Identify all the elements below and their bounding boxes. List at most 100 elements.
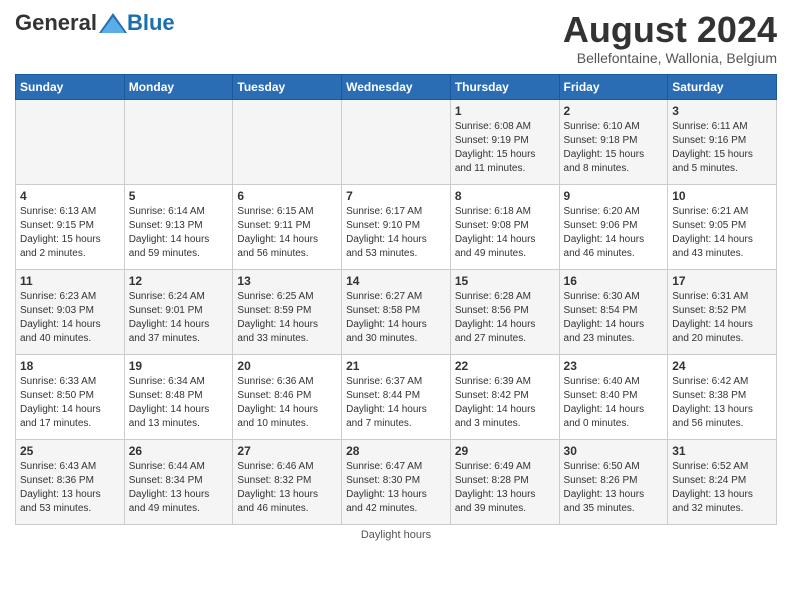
day-info: Sunrise: 6:34 AM Sunset: 8:48 PM Dayligh… [129, 375, 229, 431]
logo-icon [99, 13, 127, 33]
day-info: Sunrise: 6:47 AM Sunset: 8:30 PM Dayligh… [346, 460, 446, 516]
day-number: 28 [346, 444, 446, 458]
day-cell: 18Sunrise: 6:33 AM Sunset: 8:50 PM Dayli… [16, 354, 125, 439]
week-row-3: 11 Sunrise: 6:23 AM Sunset: 9:03 PM Dayli… [16, 269, 777, 354]
day-cell: 29 Sunrise: 6:49 AM Sunset: 8:28 PM Dayli… [450, 439, 559, 524]
day-cell: 9 Sunrise: 6:20 AM Sunset: 9:06 PM Daylig… [559, 184, 668, 269]
day-cell: 24Sunrise: 6:42 AM Sunset: 8:38 PM Dayli… [668, 354, 777, 439]
day-info: Sunrise: 6:46 AM Sunset: 8:32 PM Dayligh… [237, 460, 337, 516]
header-row: SundayMondayTuesdayWednesdayThursdayFrid… [16, 74, 777, 99]
day-number: 11 [20, 274, 120, 288]
day-number: 7 [346, 189, 446, 203]
title-block: August 2024 Bellefontaine, Wallonia, Bel… [563, 10, 777, 66]
footer-note: Daylight hours [15, 529, 777, 541]
day-cell: 4 Sunrise: 6:13 AM Sunset: 9:15 PM Daylig… [16, 184, 125, 269]
month-title: August 2024 [563, 10, 777, 50]
day-info: Sunrise: 6:39 AM Sunset: 8:42 PM Dayligh… [455, 375, 555, 431]
day-number: 9 [564, 189, 664, 203]
day-info: Sunrise: 6:37 AM Sunset: 8:44 PM Dayligh… [346, 375, 446, 431]
day-cell: 16 Sunrise: 6:30 AM Sunset: 8:54 PM Dayli… [559, 269, 668, 354]
day-number: 2 [564, 104, 664, 118]
day-info: Sunrise: 6:52 AM Sunset: 8:24 PM Dayligh… [672, 460, 772, 516]
day-info: Sunrise: 6:24 AM Sunset: 9:01 PM Dayligh… [129, 290, 229, 346]
location: Bellefontaine, Wallonia, Belgium [563, 50, 777, 66]
day-cell [124, 99, 233, 184]
day-cell: 13Sunrise: 6:25 AM Sunset: 8:59 PM Dayli… [233, 269, 342, 354]
day-cell: 19 Sunrise: 6:34 AM Sunset: 8:48 PM Dayli… [124, 354, 233, 439]
day-info: Sunrise: 6:11 AM Sunset: 9:16 PM Dayligh… [672, 120, 772, 176]
day-number: 1 [455, 104, 555, 118]
day-cell: 6 Sunrise: 6:15 AM Sunset: 9:11 PM Daylig… [233, 184, 342, 269]
day-cell: 15Sunrise: 6:28 AM Sunset: 8:56 PM Dayli… [450, 269, 559, 354]
day-header-thursday: Thursday [450, 74, 559, 99]
day-cell [342, 99, 451, 184]
logo-general-text: General [15, 10, 97, 36]
day-number: 3 [672, 104, 772, 118]
day-info: Sunrise: 6:10 AM Sunset: 9:18 PM Dayligh… [564, 120, 664, 176]
logo-blue-text: Blue [127, 10, 175, 36]
day-info: Sunrise: 6:40 AM Sunset: 8:40 PM Dayligh… [564, 375, 664, 431]
day-info: Sunrise: 6:14 AM Sunset: 9:13 PM Dayligh… [129, 205, 229, 261]
day-number: 27 [237, 444, 337, 458]
day-number: 25 [20, 444, 120, 458]
day-number: 14 [346, 274, 446, 288]
day-number: 30 [564, 444, 664, 458]
day-number: 6 [237, 189, 337, 203]
day-number: 23 [564, 359, 664, 373]
day-cell: 20Sunrise: 6:36 AM Sunset: 8:46 PM Dayli… [233, 354, 342, 439]
day-number: 12 [129, 274, 229, 288]
day-header-sunday: Sunday [16, 74, 125, 99]
day-number: 10 [672, 189, 772, 203]
logo: General Blue [15, 10, 175, 36]
day-info: Sunrise: 6:13 AM Sunset: 9:15 PM Dayligh… [20, 205, 120, 261]
day-info: Sunrise: 6:42 AM Sunset: 8:38 PM Dayligh… [672, 375, 772, 431]
day-number: 31 [672, 444, 772, 458]
day-number: 15 [455, 274, 555, 288]
day-info: Sunrise: 6:36 AM Sunset: 8:46 PM Dayligh… [237, 375, 337, 431]
day-number: 29 [455, 444, 555, 458]
week-row-5: 25 Sunrise: 6:43 AM Sunset: 8:36 PM Dayli… [16, 439, 777, 524]
day-cell: 7 Sunrise: 6:17 AM Sunset: 9:10 PM Daylig… [342, 184, 451, 269]
day-header-monday: Monday [124, 74, 233, 99]
day-info: Sunrise: 6:23 AM Sunset: 9:03 PM Dayligh… [20, 290, 120, 346]
day-cell: 10 Sunrise: 6:21 AM Sunset: 9:05 PM Dayli… [668, 184, 777, 269]
day-number: 21 [346, 359, 446, 373]
day-number: 8 [455, 189, 555, 203]
day-cell: 11 Sunrise: 6:23 AM Sunset: 9:03 PM Dayli… [16, 269, 125, 354]
day-cell: 30 Sunrise: 6:50 AM Sunset: 8:26 PM Dayli… [559, 439, 668, 524]
day-cell: 3 Sunrise: 6:11 AM Sunset: 9:16 PM Daylig… [668, 99, 777, 184]
day-info: Sunrise: 6:21 AM Sunset: 9:05 PM Dayligh… [672, 205, 772, 261]
day-header-wednesday: Wednesday [342, 74, 451, 99]
week-row-1: 1Sunrise: 6:08 AM Sunset: 9:19 PM Daylig… [16, 99, 777, 184]
day-info: Sunrise: 6:20 AM Sunset: 9:06 PM Dayligh… [564, 205, 664, 261]
week-row-2: 4 Sunrise: 6:13 AM Sunset: 9:15 PM Daylig… [16, 184, 777, 269]
day-cell: 1Sunrise: 6:08 AM Sunset: 9:19 PM Daylig… [450, 99, 559, 184]
day-info: Sunrise: 6:25 AM Sunset: 8:59 PM Dayligh… [237, 290, 337, 346]
day-header-saturday: Saturday [668, 74, 777, 99]
day-cell [16, 99, 125, 184]
day-header-friday: Friday [559, 74, 668, 99]
day-number: 4 [20, 189, 120, 203]
day-cell: 2 Sunrise: 6:10 AM Sunset: 9:18 PM Daylig… [559, 99, 668, 184]
day-info: Sunrise: 6:30 AM Sunset: 8:54 PM Dayligh… [564, 290, 664, 346]
day-cell: 28 Sunrise: 6:47 AM Sunset: 8:30 PM Dayli… [342, 439, 451, 524]
day-cell: 26Sunrise: 6:44 AM Sunset: 8:34 PM Dayli… [124, 439, 233, 524]
day-cell: 31 Sunrise: 6:52 AM Sunset: 8:24 PM Dayli… [668, 439, 777, 524]
day-number: 19 [129, 359, 229, 373]
day-cell: 17Sunrise: 6:31 AM Sunset: 8:52 PM Dayli… [668, 269, 777, 354]
page-header: General Blue August 2024 Bellefontaine, … [15, 10, 777, 66]
day-info: Sunrise: 6:43 AM Sunset: 8:36 PM Dayligh… [20, 460, 120, 516]
day-cell [233, 99, 342, 184]
day-info: Sunrise: 6:50 AM Sunset: 8:26 PM Dayligh… [564, 460, 664, 516]
day-info: Sunrise: 6:49 AM Sunset: 8:28 PM Dayligh… [455, 460, 555, 516]
day-number: 16 [564, 274, 664, 288]
day-cell: 27 Sunrise: 6:46 AM Sunset: 8:32 PM Dayli… [233, 439, 342, 524]
day-cell: 21 Sunrise: 6:37 AM Sunset: 8:44 PM Dayli… [342, 354, 451, 439]
day-number: 5 [129, 189, 229, 203]
day-info: Sunrise: 6:18 AM Sunset: 9:08 PM Dayligh… [455, 205, 555, 261]
day-cell: 12 Sunrise: 6:24 AM Sunset: 9:01 PM Dayli… [124, 269, 233, 354]
day-info: Sunrise: 6:17 AM Sunset: 9:10 PM Dayligh… [346, 205, 446, 261]
day-info: Sunrise: 6:15 AM Sunset: 9:11 PM Dayligh… [237, 205, 337, 261]
day-header-tuesday: Tuesday [233, 74, 342, 99]
calendar-table: SundayMondayTuesdayWednesdayThursdayFrid… [15, 74, 777, 525]
